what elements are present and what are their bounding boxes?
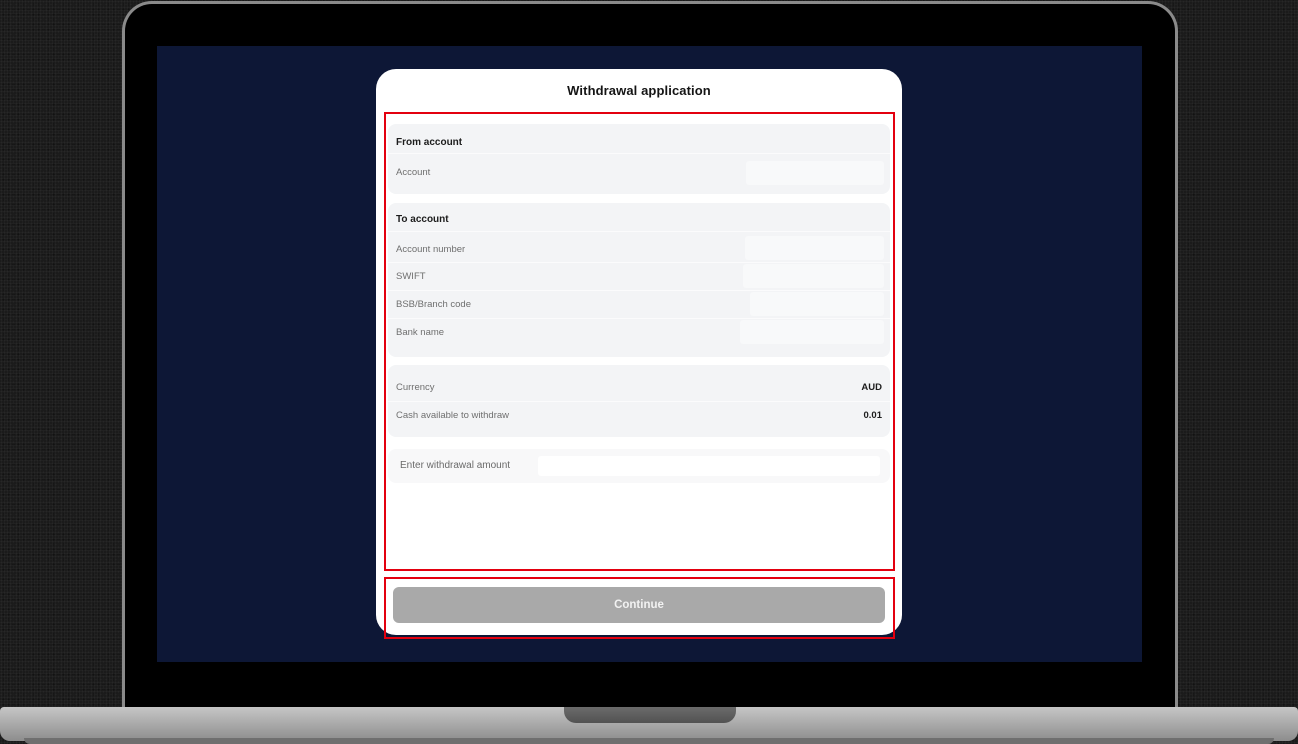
to-account-section: To account Account number SWIFT BSB/Bran… (388, 203, 890, 357)
swift-value[interactable] (743, 264, 884, 288)
balance-summary-section: Currency AUD Cash available to withdraw … (388, 365, 890, 437)
from-account-heading: From account (396, 137, 463, 148)
cash-available-label: Cash available to withdraw (396, 410, 510, 421)
withdrawal-amount-input[interactable] (538, 456, 880, 476)
row-divider (388, 153, 890, 154)
bank-name-label: Bank name (396, 327, 445, 338)
bsb-branch-code-value[interactable] (750, 292, 884, 316)
withdrawal-amount-box: Enter withdrawal amount (388, 449, 890, 483)
withdrawal-amount-label: Enter withdrawal amount (400, 460, 511, 471)
cash-available-value: 0.01 (863, 410, 883, 421)
row-divider (388, 318, 890, 319)
from-account-label: Account (396, 167, 431, 178)
laptop-notch (564, 707, 736, 723)
row-divider (388, 401, 890, 402)
account-number-label: Account number (396, 244, 466, 255)
swift-label: SWIFT (396, 271, 426, 282)
account-number-value[interactable] (745, 236, 884, 260)
from-account-section: From account Account (388, 124, 890, 194)
currency-label: Currency (396, 382, 435, 393)
row-divider (388, 290, 890, 291)
row-divider (388, 231, 890, 232)
to-account-heading: To account (396, 214, 449, 225)
dialog-title: Withdrawal application (567, 83, 711, 98)
bsb-branch-code-label: BSB/Branch code (396, 299, 471, 310)
from-account-value[interactable] (746, 161, 884, 185)
laptop-foot (24, 738, 1274, 744)
continue-button[interactable]: Continue (393, 587, 885, 623)
withdrawal-dialog: Withdrawal application From account Acco… (376, 69, 902, 635)
row-divider (388, 262, 890, 263)
currency-value: AUD (861, 382, 882, 393)
bank-name-value[interactable] (740, 320, 884, 344)
